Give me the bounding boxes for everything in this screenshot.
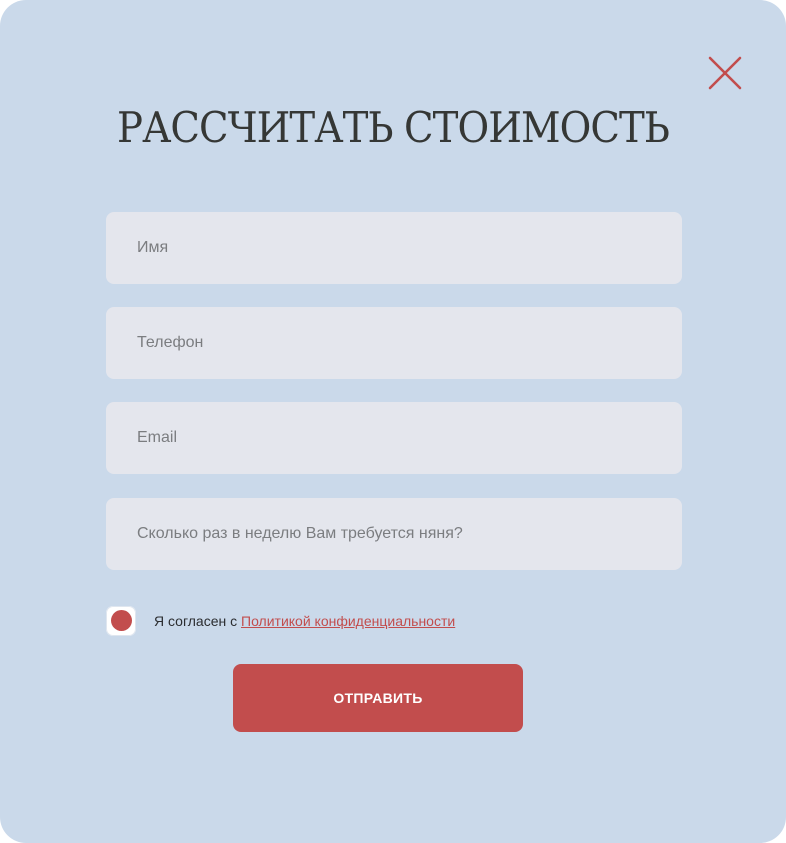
submit-button[interactable]: ОТПРАВИТЬ	[233, 664, 523, 732]
email-field[interactable]	[106, 402, 682, 474]
close-button[interactable]	[705, 53, 745, 93]
modal: РАССЧИТАТЬ СТОИМОСТЬ Я согласен с Полити…	[0, 0, 786, 843]
frequency-field[interactable]	[106, 498, 682, 570]
checkbox-checked-dot-icon	[110, 610, 132, 631]
name-field[interactable]	[106, 212, 682, 284]
consent-row: Я согласен с Политикой конфиденциальност…	[106, 605, 455, 636]
privacy-policy-link[interactable]: Политикой конфиденциальности	[241, 613, 455, 629]
consent-checkbox[interactable]	[106, 605, 136, 636]
modal-title: РАССЧИТАТЬ СТОИМОСТЬ	[116, 103, 670, 152]
close-icon	[708, 56, 742, 90]
consent-text: Я согласен с	[154, 612, 241, 629]
consent-label: Я согласен с Политикой конфиденциальност…	[154, 613, 455, 629]
phone-field[interactable]	[106, 307, 682, 379]
